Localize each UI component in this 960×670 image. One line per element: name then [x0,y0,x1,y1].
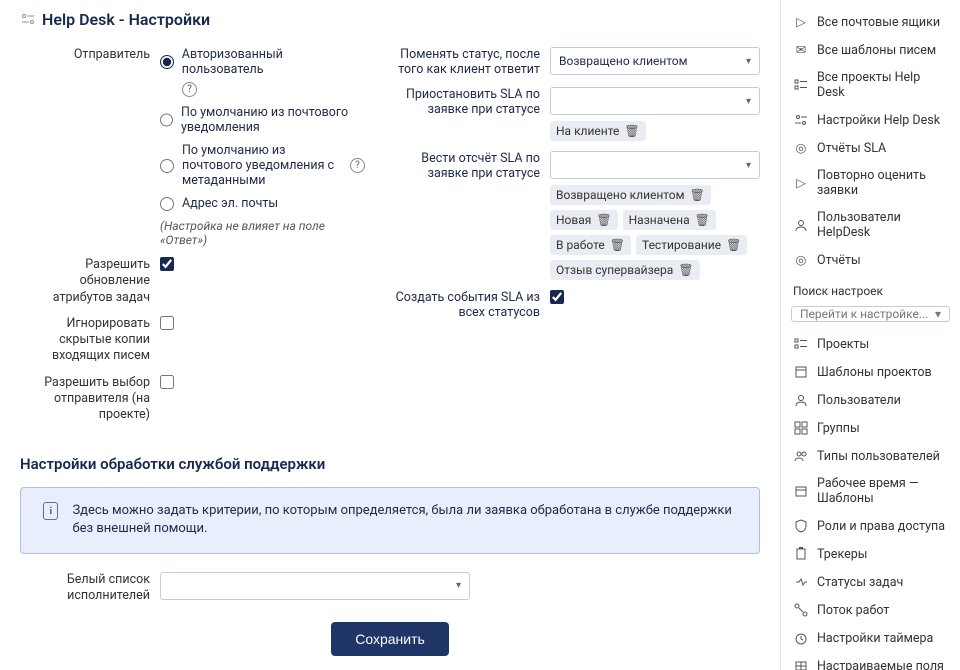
change-status-label: Поменять статус, после того как клиент о… [395,47,550,77]
target-icon: ◎ [793,140,809,156]
page-title: Help Desk - Настройки [20,10,760,29]
trash-icon[interactable]: 🗑 [610,238,625,252]
ignore-bcc-label: Игнорировать скрытые копии входящих писе… [20,316,160,365]
sidebar-item-statuses[interactable]: Статусы задач [781,568,960,596]
count-sla-label: Вести отсчёт SLA по заявке при статусе [395,151,550,280]
user-icon [793,217,809,233]
trash-icon[interactable]: 🗑 [690,188,705,202]
help-icon[interactable]: ? [350,158,365,173]
list-icon [793,77,809,93]
chevron-down-icon: ▾ [935,307,941,321]
pause-sla-select[interactable]: ▾ [550,87,760,115]
search-settings-label: Поиск настроек [781,274,960,302]
sidebar-item-hd-users[interactable]: Пользователи HelpDesk [781,204,960,246]
sidebar-item-projects[interactable]: Все проекты Help Desk [781,64,960,106]
info-icon: i [43,502,58,520]
allow-sender-choice-checkbox[interactable] [160,375,174,389]
status-tag: Тестирование🗑 [636,235,747,255]
ignore-bcc-checkbox[interactable] [160,316,174,330]
shield-icon [793,518,809,534]
target-icon: ◎ [793,252,809,268]
sidebar-item-trackers[interactable]: Трекеры [781,540,960,568]
fields-icon [793,658,809,670]
users-icon [793,448,809,464]
whitelist-label: Белый список исполнителей [20,572,160,605]
chevron-down-icon: ▾ [746,96,751,107]
sidebar-item-sla-reports[interactable]: ◎Отчёты SLA [781,134,960,162]
status-tag: Назначена🗑 [623,210,716,230]
change-status-select[interactable]: Возвращено клиентом ▾ [550,47,760,75]
sidebar-item-user-types[interactable]: Типы пользователей [781,442,960,470]
sender-note: (Настройка не влияет на поле «Ответ») [160,219,365,247]
status-tag: Отзыв супервайзера🗑 [550,260,700,280]
envelope-icon: ✉ [793,42,809,58]
status-tag: Возвращено клиентом🗑 [550,185,711,205]
status-tag: В работе🗑 [550,235,631,255]
sidebar-item-reeval[interactable]: ▷Повторно оценить заявки [781,162,960,204]
allow-sender-choice-label: Разрешить выбор отправителя (на проекте) [20,375,160,424]
create-sla-events-checkbox[interactable] [550,290,564,304]
trash-icon[interactable]: 🗑 [726,238,741,252]
sidebar-item-projects2[interactable]: Проекты [781,330,960,358]
sidebar-item-users[interactable]: Пользователи [781,386,960,414]
chevron-down-icon: ▾ [746,160,751,171]
settings-icon [20,12,36,28]
template-icon [793,364,809,380]
sidebar-item-templates[interactable]: ✉Все шаблоны писем [781,36,960,64]
sidebar-item-mailboxes[interactable]: ▷Все почтовые ящики [781,8,960,36]
clipboard-icon [793,546,809,562]
sidebar-item-roles[interactable]: Роли и права доступа [781,512,960,540]
calendar-icon [793,483,809,499]
sidebar-item-timer[interactable]: Настройки таймера [781,624,960,652]
help-icon[interactable]: ? [182,82,197,97]
play-icon: ▷ [793,14,809,30]
save-button[interactable]: Сохранить [331,622,449,656]
pause-sla-label: Приостановить SLA по заявке при статусе [395,87,550,141]
sender-option-default[interactable]: По умолчанию из почтового уведомления [160,105,365,135]
grid-icon [793,420,809,436]
sidebar-item-groups[interactable]: Группы [781,414,960,442]
trash-icon[interactable]: 🗑 [596,213,611,227]
chevron-down-icon: ▾ [746,56,751,67]
sender-option-authorized[interactable]: Авторизованный пользователь [160,47,365,77]
count-sla-select[interactable]: ▾ [550,151,760,179]
status-tag: Новая🗑 [550,210,618,230]
whitelist-select[interactable]: ▾ [160,572,470,600]
sidebar: ▷Все почтовые ящики ✉Все шаблоны писем В… [780,0,960,670]
sidebar-item-custom-fields[interactable]: Настраиваемые поля [781,652,960,670]
user-icon [793,392,809,408]
main-content: Help Desk - Настройки Отправитель Автори… [0,0,780,670]
sidebar-item-proj-templates[interactable]: Шаблоны проектов [781,358,960,386]
allow-update-label: Разрешить обновление атрибутов задач [20,257,160,306]
create-sla-events-label: Создать события SLA из всех статусов [395,290,550,320]
clock-icon [793,630,809,646]
sidebar-item-reports[interactable]: ◎Отчёты [781,246,960,274]
info-box: i Здесь можно задать критерии, по которы… [20,487,760,553]
list-icon [793,336,809,352]
trash-icon[interactable]: 🗑 [678,263,693,277]
sidebar-item-workflow[interactable]: Поток работ [781,596,960,624]
flow-icon [793,602,809,618]
processing-heading: Настройки обработки службой поддержки [20,455,760,473]
trash-icon[interactable]: 🗑 [695,213,710,227]
sender-option-email[interactable]: Адрес эл. почты [160,196,365,211]
play-icon: ▷ [793,175,809,191]
status-icon [793,574,809,590]
status-tag: На клиенте🗑 [550,121,646,141]
sliders-icon [793,112,809,128]
sidebar-item-worktime[interactable]: Рабочее время — Шаблоны [781,470,960,512]
allow-update-checkbox[interactable] [160,257,174,271]
sender-label: Отправитель [20,47,160,247]
trash-icon[interactable]: 🗑 [624,124,639,138]
goto-setting-select[interactable]: Перейти к настройке... ▾ [791,306,950,322]
chevron-down-icon: ▾ [456,580,461,591]
sidebar-item-settings[interactable]: Настройки Help Desk [781,106,960,134]
sender-option-meta[interactable]: По умолчанию из почтового уведомления с … [160,143,365,188]
